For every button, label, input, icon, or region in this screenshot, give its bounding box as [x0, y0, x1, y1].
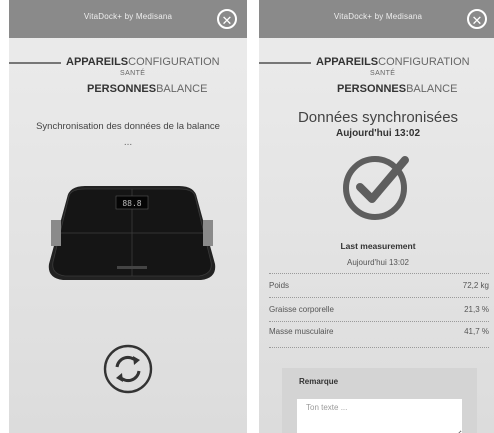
close-icon: ✕: [221, 13, 233, 28]
divider: [269, 297, 489, 298]
nav-configuration-label: CONFIGURATION: [128, 56, 220, 68]
nav-divider: [259, 62, 311, 64]
scale-display-readout: 88.8: [122, 199, 141, 208]
app-title: VitaDock+ by Medisana: [333, 12, 423, 21]
title-bar: VitaDock+ by Medisana ✕: [259, 0, 494, 38]
measurement-value: 21,3 %: [464, 305, 489, 314]
title-bar: VitaDock+ by Medisana ✕: [9, 0, 247, 38]
measurement-value: 41,7 %: [464, 327, 489, 336]
checkmark-icon: [339, 148, 415, 224]
measurement-row-body-fat: Graisse corporelle 21,3 %: [269, 305, 489, 319]
nav-devices-configuration[interactable]: APPAREILSCONFIGURATION: [316, 56, 470, 68]
scale-icon: 88.8: [48, 186, 216, 280]
scale-illustration: 88.8: [45, 178, 219, 288]
nav-balance-label: BALANCE: [406, 83, 458, 95]
nav-configuration-label: CONFIGURATION: [378, 56, 470, 68]
close-button[interactable]: ✕: [467, 9, 487, 29]
sync-in-progress-screen: VitaDock+ by Medisana ✕ APPAREILSCONFIGU…: [9, 0, 247, 433]
last-measurement-label: Last measurement: [340, 241, 416, 251]
divider: [269, 273, 489, 274]
sync-complete-screen: VitaDock+ by Medisana ✕ APPAREILSCONFIGU…: [259, 0, 494, 433]
last-measurement-time: Aujourd'hui 13:02: [346, 258, 410, 267]
sync-status-text: Synchronisation des données de la balanc…: [36, 121, 220, 132]
remark-textarea[interactable]: [297, 399, 462, 433]
measurement-label: Masse musculaire: [269, 327, 334, 336]
nav-persons-label: PERSONNES: [87, 83, 157, 95]
measurement-value: 72,2 kg: [462, 281, 489, 290]
nav-devices-label: APPAREILS: [316, 56, 379, 68]
divider: [269, 347, 489, 348]
sync-complete-time: Aujourd'hui 13:02: [335, 128, 421, 139]
remark-title: Remarque: [299, 377, 339, 386]
nav-devices-configuration[interactable]: APPAREILSCONFIGURATION: [66, 56, 220, 68]
nav-health-label[interactable]: SANTÉ: [370, 70, 395, 77]
sync-icon: [103, 344, 153, 394]
sync-button[interactable]: [102, 343, 154, 395]
divider: [269, 321, 489, 322]
nav-balance-label: BALANCE: [156, 83, 208, 95]
app-title: VitaDock+ by Medisana: [83, 12, 173, 21]
close-icon: ✕: [471, 13, 483, 28]
sync-complete-title: Données synchronisées: [297, 109, 459, 126]
measurement-label: Graisse corporelle: [269, 305, 334, 314]
measurement-row-weight: Poids 72,2 kg: [269, 281, 489, 295]
nav-divider: [9, 62, 61, 64]
sync-progress-dots: ...: [123, 137, 133, 148]
nav-health-label[interactable]: SANTÉ: [120, 70, 145, 77]
nav-persons-balance[interactable]: PERSONNESBALANCE: [337, 83, 457, 95]
nav-persons-balance[interactable]: PERSONNESBALANCE: [87, 83, 207, 95]
measurement-row-muscle-mass: Masse musculaire 41,7 %: [269, 327, 489, 341]
remark-panel: Remarque: [282, 368, 477, 433]
measurement-label: Poids: [269, 281, 290, 290]
close-button[interactable]: ✕: [217, 9, 237, 29]
nav-persons-label: PERSONNES: [337, 83, 407, 95]
nav-devices-label: APPAREILS: [66, 56, 129, 68]
